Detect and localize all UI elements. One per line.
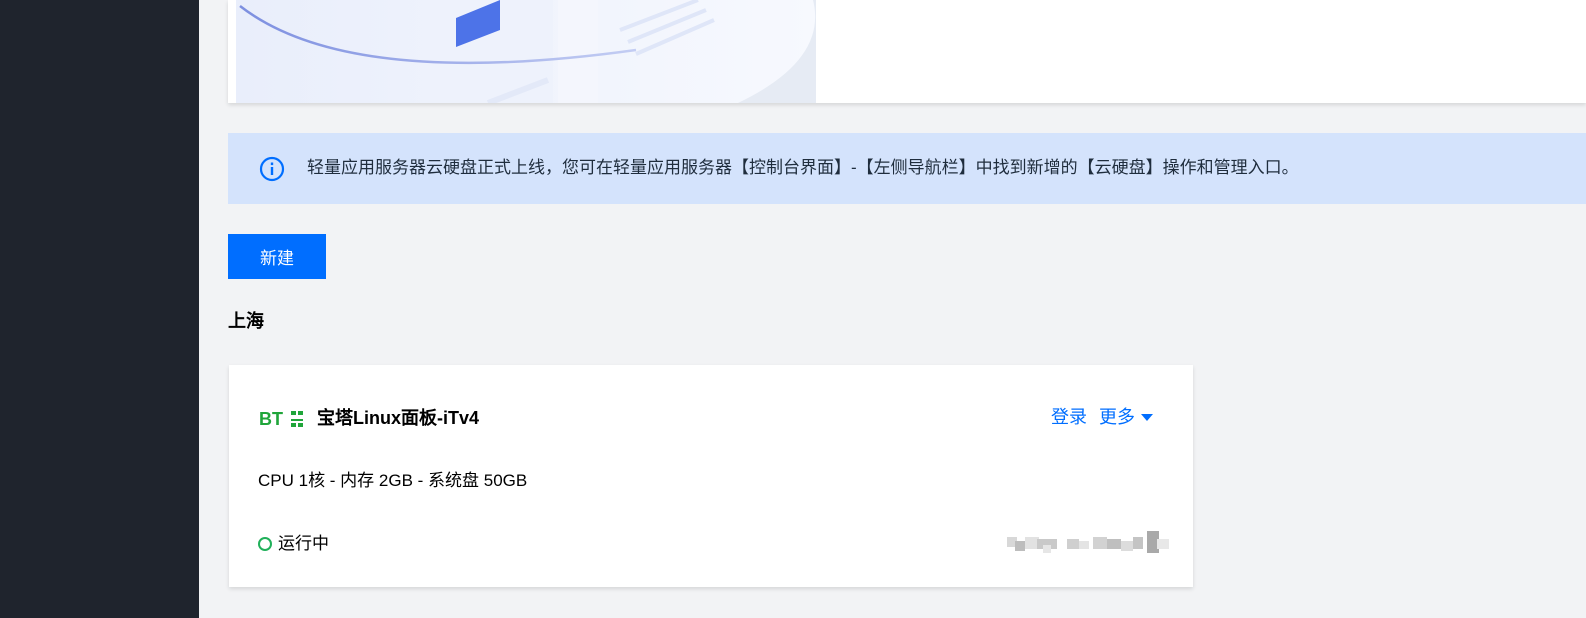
bt-logo-mark	[291, 411, 303, 427]
caret-down-icon	[1141, 413, 1153, 421]
notice-bar: 轻量应用服务器云硬盘正式上线，您可在轻量应用服务器【控制台界面】-【左侧导航栏】…	[228, 133, 1586, 204]
banner-illustration	[236, 0, 816, 103]
more-dropdown[interactable]: 更多	[1099, 405, 1153, 429]
info-icon	[259, 156, 285, 182]
instance-name[interactable]: 宝塔Linux面板-iTv4	[317, 406, 479, 430]
region-title: 上海	[228, 311, 264, 331]
instance-spec: CPU 1核 - 内存 2GB - 系统盘 50GB	[258, 471, 528, 490]
status-dot-icon	[258, 537, 272, 551]
notice-text: 轻量应用服务器云硬盘正式上线，您可在轻量应用服务器【控制台界面】-【左侧导航栏】…	[307, 158, 1299, 177]
instance-actions: 登录 更多	[1051, 405, 1153, 429]
bt-logo-text: BT	[259, 409, 283, 429]
instance-card[interactable]: BT 宝塔Linux面板-iTv4 登录 更多 CPU 1核 - 内存 2GB …	[229, 365, 1193, 587]
bt-logo: BT	[259, 408, 305, 430]
more-label: 更多	[1099, 407, 1135, 427]
login-link[interactable]: 登录	[1051, 405, 1087, 429]
ip-address-blurred[interactable]	[1007, 531, 1169, 555]
status-text: 运行中	[278, 534, 329, 553]
sidebar	[0, 0, 199, 618]
status-indicator: 运行中	[258, 532, 329, 556]
promo-banner[interactable]	[228, 0, 1586, 103]
new-button[interactable]: 新建	[228, 234, 326, 279]
